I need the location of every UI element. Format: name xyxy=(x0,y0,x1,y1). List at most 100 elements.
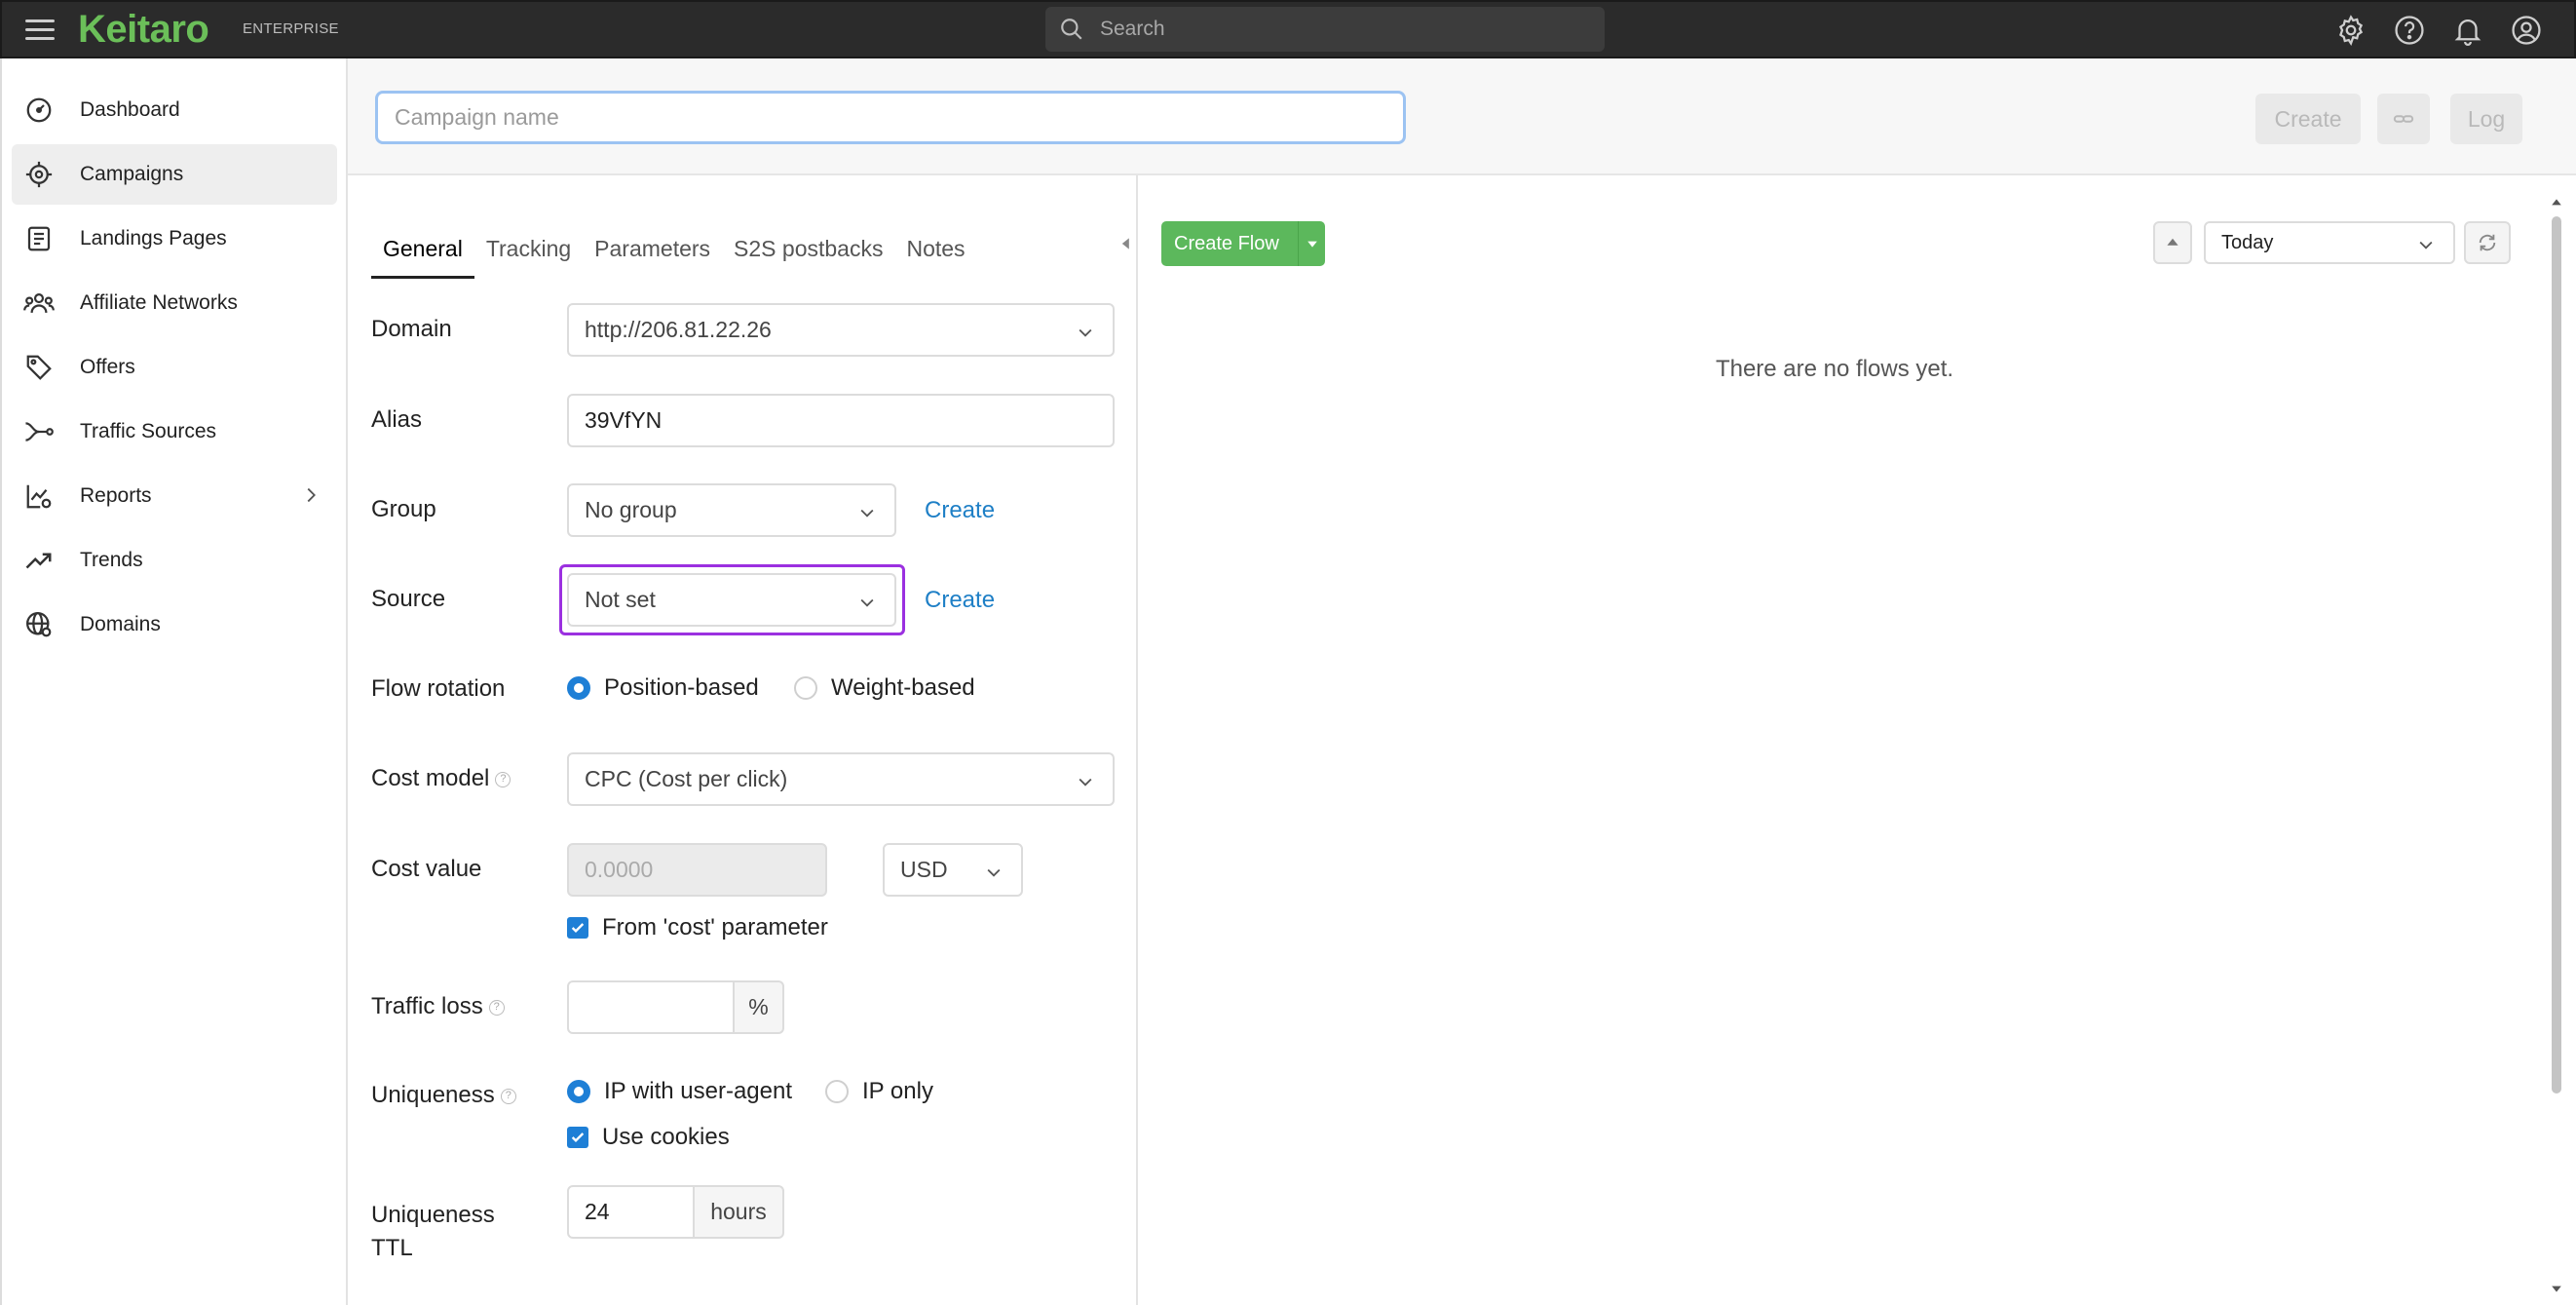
group-value: No group xyxy=(585,497,677,522)
group-select[interactable]: No group xyxy=(567,483,896,537)
uniqueness-ttl-label: Uniqueness TTL xyxy=(371,1202,495,1261)
sidebar-item-label: Campaigns xyxy=(80,163,184,185)
sidebar-item-traffic-sources[interactable]: Traffic Sources xyxy=(12,402,337,462)
help-icon[interactable]: ? xyxy=(495,771,511,787)
create-group-link[interactable]: Create xyxy=(925,497,995,524)
sidebar-item-campaigns[interactable]: Campaigns xyxy=(12,144,337,205)
radio-label: Position-based xyxy=(604,674,759,701)
search-box[interactable] xyxy=(1045,7,1605,52)
tab-s2s-postbacks[interactable]: S2S postbacks xyxy=(722,224,894,279)
menu-icon[interactable] xyxy=(23,14,57,47)
sidebar-item-label: Trends xyxy=(80,549,143,571)
top-bar: Keitaro ENTERPRISE xyxy=(0,0,2576,58)
sidebar-item-landing-pages[interactable]: Landings Pages xyxy=(12,209,337,269)
currency-value: USD xyxy=(900,857,948,882)
alias-input[interactable]: 39VfYN xyxy=(567,394,1115,447)
create-button[interactable]: Create xyxy=(2255,94,2361,144)
sidebar-item-reports[interactable]: Reports xyxy=(12,466,337,526)
create-flow-button[interactable]: Create Flow xyxy=(1161,221,1325,266)
period-select[interactable]: Today xyxy=(2204,221,2455,264)
flow-rotation-position-radio[interactable]: Position-based xyxy=(567,674,759,702)
help-icon[interactable]: ? xyxy=(488,999,505,1016)
radio-label: IP with user-agent xyxy=(604,1078,792,1104)
from-cost-param-checkbox[interactable]: From 'cost' parameter xyxy=(567,914,828,941)
radio-selected-icon xyxy=(567,1080,590,1103)
flow-rotation-weight-radio[interactable]: Weight-based xyxy=(794,674,975,702)
radio-label: IP only xyxy=(862,1078,933,1104)
campaign-form: General Tracking Parameters S2S postback… xyxy=(348,175,1138,1305)
chevron-down-icon xyxy=(1079,778,1092,787)
gear-icon[interactable] xyxy=(2334,14,2368,47)
radio-label: Weight-based xyxy=(831,674,975,701)
offers-icon xyxy=(21,350,57,385)
sidebar-item-offers[interactable]: Offers xyxy=(12,337,337,398)
uniqueness-ip-ua-radio[interactable]: IP with user-agent xyxy=(567,1078,792,1105)
sidebar-item-label: Affiliate Networks xyxy=(80,291,238,314)
affiliate-networks-icon xyxy=(21,286,57,321)
tab-notes[interactable]: Notes xyxy=(894,224,976,279)
domain-select[interactable]: http://206.81.22.26 xyxy=(567,303,1115,357)
user-icon[interactable] xyxy=(2510,14,2543,47)
uniqueness-ttl-input[interactable]: 24 xyxy=(567,1185,695,1239)
checkbox-checked-icon xyxy=(567,1127,588,1148)
tab-bar: General Tracking Parameters S2S postback… xyxy=(371,224,977,279)
sidebar-item-dashboard[interactable]: Dashboard xyxy=(12,80,337,140)
logo-edition: ENTERPRISE xyxy=(243,20,339,37)
scroll-up-icon[interactable] xyxy=(2551,197,2562,209)
cost-value-label: Cost value xyxy=(371,856,482,882)
chevron-down-icon xyxy=(860,598,874,607)
sidebar-item-label: Dashboard xyxy=(80,98,180,121)
logo[interactable]: Keitaro xyxy=(78,8,209,52)
search-input[interactable] xyxy=(1100,15,1587,44)
create-source-link[interactable]: Create xyxy=(925,587,995,614)
sidebar: Dashboard Campaigns Landings Pages Affil… xyxy=(0,58,348,1305)
link-button[interactable] xyxy=(2377,94,2430,144)
help-icon[interactable]: ? xyxy=(500,1088,516,1104)
refresh-button[interactable] xyxy=(2464,221,2511,264)
sort-up-button[interactable] xyxy=(2153,221,2192,264)
collapse-panel-icon[interactable] xyxy=(1119,237,1133,250)
refresh-icon xyxy=(2479,234,2496,251)
help-icon[interactable] xyxy=(2393,14,2426,47)
cost-model-label: Cost model? xyxy=(371,765,511,792)
chevron-down-icon xyxy=(860,509,874,518)
scrollbar[interactable] xyxy=(2551,197,2562,1292)
traffic-loss-input[interactable] xyxy=(567,980,735,1034)
tab-tracking[interactable]: Tracking xyxy=(474,224,583,279)
cost-value-input[interactable]: 0.0000 xyxy=(567,843,827,897)
hours-addon: hours xyxy=(693,1185,784,1239)
sidebar-item-trends[interactable]: Trends xyxy=(12,530,337,591)
percent-addon: % xyxy=(733,980,784,1034)
domain-value: http://206.81.22.26 xyxy=(585,317,772,342)
alias-label: Alias xyxy=(371,406,423,433)
create-flow-dropdown[interactable] xyxy=(1298,221,1325,266)
scroll-down-icon[interactable] xyxy=(2551,1283,2562,1294)
log-button[interactable]: Log xyxy=(2450,94,2522,144)
domain-label: Domain xyxy=(371,316,452,342)
bell-icon[interactable] xyxy=(2451,14,2484,47)
caret-down-icon xyxy=(1307,241,1317,248)
source-select[interactable]: Not set xyxy=(567,573,896,627)
period-value: Today xyxy=(2221,231,2274,253)
sidebar-item-label: Domains xyxy=(80,613,161,635)
tab-parameters[interactable]: Parameters xyxy=(583,224,722,279)
sidebar-item-domains[interactable]: Domains xyxy=(12,595,337,655)
campaign-name-input[interactable] xyxy=(375,91,1406,144)
uniqueness-label: Uniqueness? xyxy=(371,1082,516,1109)
create-flow-label: Create Flow xyxy=(1174,232,1279,254)
uniqueness-ip-only-radio[interactable]: IP only xyxy=(825,1078,933,1105)
sidebar-item-affiliate-networks[interactable]: Affiliate Networks xyxy=(12,273,337,333)
dashboard-icon xyxy=(21,93,57,128)
traffic-sources-icon xyxy=(21,414,57,449)
campaign-header: Create Log xyxy=(348,58,2576,175)
chevron-down-icon xyxy=(2419,241,2433,249)
cost-model-select[interactable]: CPC (Cost per click) xyxy=(567,752,1115,806)
currency-select[interactable]: USD xyxy=(883,843,1023,897)
use-cookies-checkbox[interactable]: Use cookies xyxy=(567,1124,730,1151)
scrollbar-thumb[interactable] xyxy=(2552,216,2561,1094)
flow-rotation-label: Flow rotation xyxy=(371,675,506,702)
landing-pages-icon xyxy=(21,221,57,256)
link-icon xyxy=(2393,115,2414,123)
flows-panel: Create Flow Today There are no flows yet… xyxy=(1138,175,2576,1305)
tab-general[interactable]: General xyxy=(371,224,474,279)
